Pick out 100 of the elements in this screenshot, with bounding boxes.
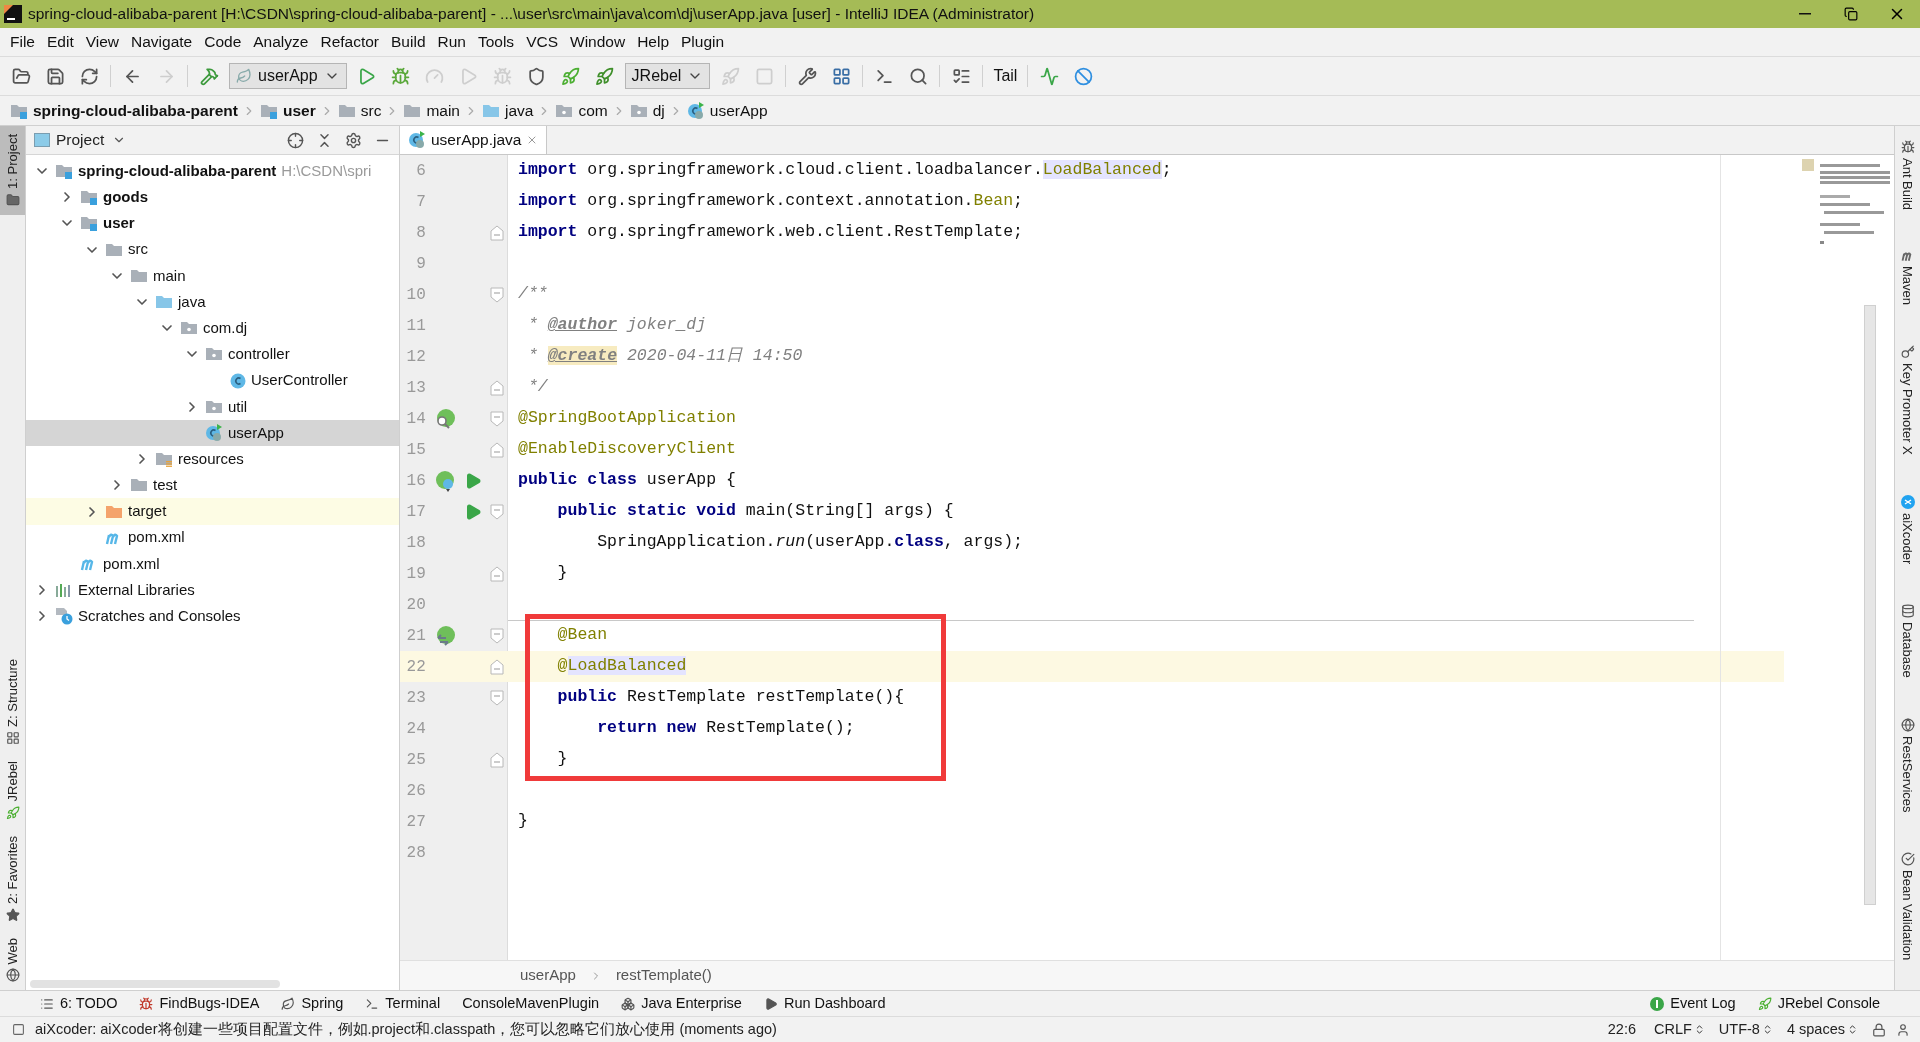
- tool-window-tab[interactable]: Spring: [281, 992, 344, 1015]
- tasks-icon: [951, 66, 971, 86]
- menu-item[interactable]: Edit: [41, 30, 80, 54]
- breadcrumb-item[interactable]: dj: [629, 98, 665, 123]
- folder-icon: [10, 102, 28, 119]
- menu-item[interactable]: Run: [431, 30, 472, 54]
- caret-position[interactable]: 22:6: [1607, 1018, 1636, 1041]
- menu-item[interactable]: Code: [198, 30, 248, 54]
- code-line: return new RestTemplate();: [596, 717, 855, 740]
- menu-item[interactable]: Navigate: [125, 30, 199, 54]
- tool-window-tab[interactable]: Java Enterprise: [621, 992, 742, 1015]
- tree-item[interactable]: spring-cloud-alibaba-parent H:\CSDN\spri: [26, 158, 399, 185]
- line-separator-selector[interactable]: CRLF: [1654, 1018, 1705, 1041]
- tool-window-tab[interactable]: Z: Structure: [0, 651, 25, 754]
- run-config-dropdown[interactable]: JRebel: [624, 63, 711, 89]
- indent-selector[interactable]: 4 spaces: [1786, 1018, 1858, 1041]
- menu-item[interactable]: Build: [385, 30, 432, 54]
- scrollbar[interactable]: [30, 980, 280, 988]
- breadcrumb-item[interactable]: com: [555, 98, 608, 123]
- fold-marker-icon[interactable]: [490, 751, 505, 768]
- fold-marker-icon[interactable]: [490, 224, 505, 241]
- tree-item[interactable]: pom.xml: [26, 524, 399, 551]
- tree-item[interactable]: java: [26, 288, 399, 316]
- tool-window-tab[interactable]: Ant Build: [1895, 132, 1920, 219]
- line-number: 10: [405, 284, 426, 306]
- tool-window-tab[interactable]: JRebel Console: [1757, 992, 1880, 1015]
- fold-marker-icon[interactable]: [490, 410, 505, 427]
- tool-window-tab[interactable]: Run Dashboard: [763, 992, 886, 1015]
- panel-toggle-icon[interactable]: [12, 1023, 25, 1036]
- tool-window-tab[interactable]: Key Promoter X: [1895, 337, 1920, 463]
- menu-item[interactable]: View: [79, 30, 126, 54]
- breadcrumb-item[interactable]: java: [482, 98, 534, 123]
- stop-icon: [754, 66, 774, 86]
- menu-item[interactable]: Tools: [471, 30, 521, 54]
- menu-item[interactable]: File: [4, 30, 41, 54]
- fold-marker-icon[interactable]: [490, 627, 505, 644]
- folder-icon: [80, 189, 98, 206]
- breadcrumb-item[interactable]: user: [259, 98, 316, 123]
- code-breadcrumb[interactable]: userApp: [520, 964, 576, 987]
- tool-window-tab[interactable]: JRebel: [0, 753, 25, 828]
- fold-marker-icon[interactable]: [490, 379, 505, 396]
- lock-icon[interactable]: [1872, 1022, 1886, 1037]
- fold-marker-icon[interactable]: [490, 286, 505, 303]
- tree-item[interactable]: main: [26, 262, 399, 289]
- fold-marker-icon[interactable]: [490, 441, 505, 458]
- fold-marker-icon[interactable]: [490, 658, 505, 675]
- menu-item[interactable]: Refactor: [314, 30, 386, 54]
- breadcrumb-item[interactable]: src: [337, 98, 382, 123]
- fold-marker-icon[interactable]: [490, 689, 505, 706]
- menu-item[interactable]: VCS: [520, 30, 564, 54]
- code-breadcrumb[interactable]: restTemplate(): [615, 964, 712, 987]
- editor-tab[interactable]: userApp.java: [400, 126, 548, 154]
- menu-item[interactable]: Plugin: [675, 30, 731, 54]
- tool-window-tab[interactable]: Web: [0, 929, 25, 990]
- tree-item[interactable]: pom.xml: [26, 550, 399, 577]
- locate-icon[interactable]: [287, 131, 304, 149]
- scrollbar[interactable]: [1864, 305, 1876, 905]
- tool-window-tab[interactable]: aiXcoder: [1895, 486, 1920, 573]
- tool-window-tab[interactable]: 6: TODO: [40, 992, 118, 1015]
- tree-item[interactable]: Scratches and Consoles: [26, 603, 399, 630]
- fold-marker-icon[interactable]: [490, 503, 505, 520]
- menu-item[interactable]: Analyze: [247, 30, 315, 54]
- tree-item[interactable]: user: [26, 210, 399, 237]
- run-config-dropdown[interactable]: userApp: [229, 63, 347, 89]
- line-number: 23: [405, 687, 426, 709]
- menu-item[interactable]: Help: [631, 30, 676, 54]
- view-selector[interactable]: Project: [56, 128, 127, 152]
- tail-button[interactable]: Tail: [987, 62, 1024, 90]
- person-icon[interactable]: [1896, 1022, 1910, 1037]
- tool-window-tab[interactable]: Event Log: [1650, 992, 1736, 1015]
- tree-item[interactable]: target: [26, 498, 399, 525]
- tree-item[interactable]: src: [26, 236, 399, 263]
- tree-item[interactable]: resources: [26, 446, 399, 473]
- tool-window-tab[interactable]: Bean Validation: [1895, 844, 1920, 969]
- settings-icon[interactable]: [345, 131, 362, 149]
- tool-window-tab[interactable]: RestServices: [1895, 709, 1920, 821]
- folder-icon: [403, 102, 422, 119]
- tool-window-tab[interactable]: Terminal: [365, 992, 441, 1015]
- tool-window-tab[interactable]: FindBugs-IDEA: [139, 992, 260, 1015]
- tree-item[interactable]: UserController: [26, 367, 399, 394]
- menu-item[interactable]: Window: [564, 30, 632, 54]
- breadcrumb-item[interactable]: main: [403, 98, 460, 123]
- breadcrumb-item[interactable]: spring-cloud-alibaba-parent: [10, 98, 238, 123]
- tool-window-tab[interactable]: Database: [1895, 596, 1920, 686]
- encoding-selector[interactable]: UTF-8: [1718, 1018, 1773, 1041]
- tool-window-tab[interactable]: Maven: [1895, 242, 1920, 314]
- fold-marker-icon[interactable]: [490, 565, 505, 582]
- tree-item[interactable]: External Libraries: [26, 577, 399, 604]
- tree-item[interactable]: util: [26, 393, 399, 420]
- breadcrumb-item[interactable]: userApp: [686, 98, 768, 123]
- tree-item[interactable]: com.dj: [26, 315, 399, 342]
- tree-item[interactable]: goods: [26, 184, 399, 211]
- tool-window-tab[interactable]: 2: Favorites: [0, 827, 25, 930]
- tree-item[interactable]: test: [26, 472, 399, 499]
- tool-window-tab[interactable]: 1: Project: [0, 126, 25, 215]
- tree-item[interactable]: controller: [26, 341, 399, 368]
- coverage-icon: [425, 66, 445, 86]
- tool-window-tab[interactable]: ConsoleMavenPlugin: [462, 992, 600, 1015]
- check-icon: [1900, 852, 1915, 867]
- tree-item[interactable]: userApp: [26, 419, 399, 447]
